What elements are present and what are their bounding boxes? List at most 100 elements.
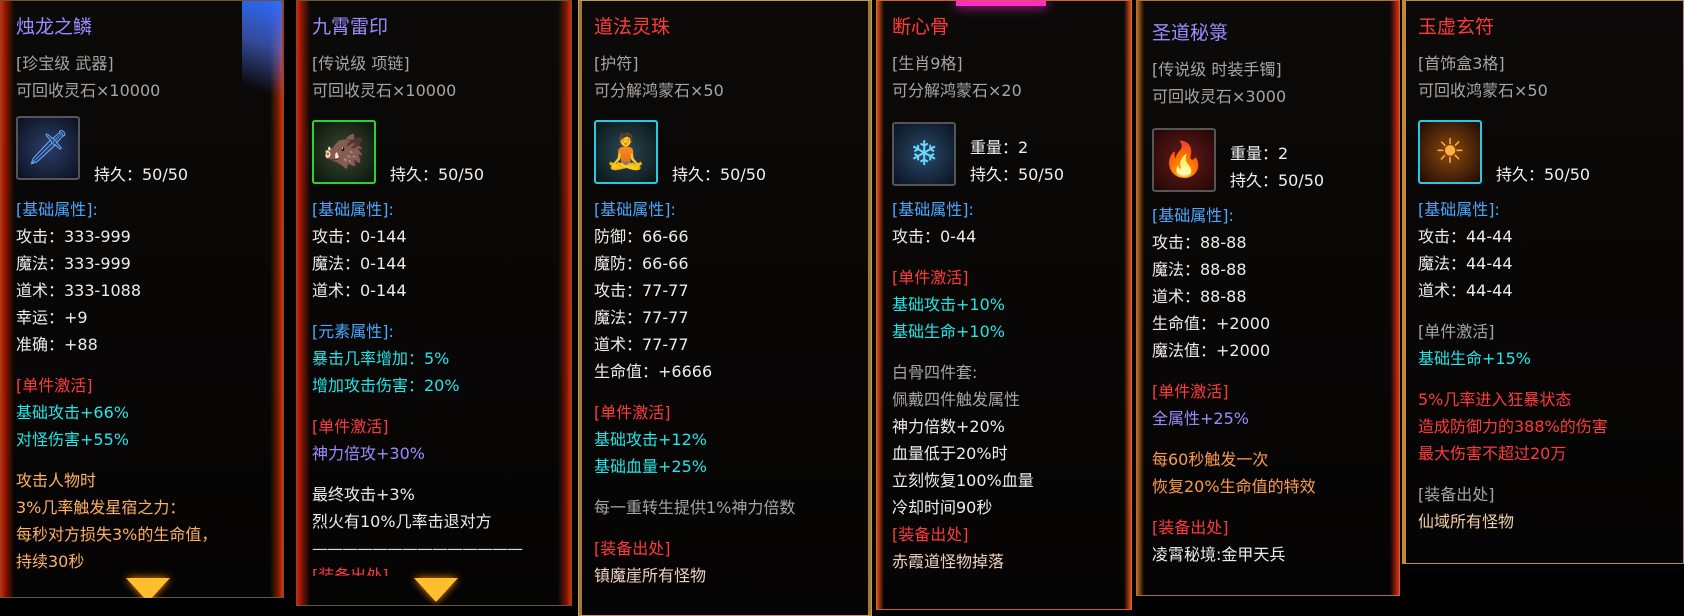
card-glow-left (1402, 0, 1406, 564)
source-header: [装备出处] (1418, 485, 1495, 504)
item-title: 圣道秘箓 (1152, 22, 1229, 44)
desc-line: 持续30秒 (16, 552, 85, 571)
effect-line: 最大伤害不超过20万 (1418, 444, 1567, 463)
item-type: [珍宝级 武器] (16, 54, 114, 73)
source-line: 凌霄秘境:金甲天兵 (1152, 545, 1286, 564)
durability: 持久：50/50 (1230, 171, 1325, 190)
set-line: 血量低于20%时 (892, 444, 1008, 463)
set-header: 白骨四件套: (892, 363, 978, 382)
single-activate-header: [单件激活] (16, 376, 93, 395)
effect-line: 恢复20%生命值的特效 (1152, 477, 1316, 496)
durability: 持久：50/50 (390, 165, 485, 184)
scroll-down-arrow-icon[interactable] (414, 578, 458, 602)
card-glow-left (578, 0, 582, 616)
durability: 持久：50/50 (1496, 165, 1591, 184)
bonus-line: 基础生命+10% (892, 322, 1005, 341)
attr-line: 攻击：0-144 (312, 227, 407, 246)
item-title: 烛龙之鳞 (16, 16, 93, 38)
attr-line: 攻击：0-44 (892, 227, 977, 246)
magenta-top-glow (956, 0, 1046, 6)
source-line: 赤霞道怪物掉落 (892, 552, 1005, 571)
attr-line: 魔法：77-77 (594, 308, 689, 327)
desc-line: 最终攻击+3% (312, 485, 415, 504)
item-card-jiuxiao: 九霄雷印 [传说级 项链] 可回收灵石×10000 🐗 持久：50/50 [基础… (296, 0, 572, 606)
attr-line: 道术：88-88 (1152, 287, 1247, 306)
item-card-zhulong: 烛龙之鳞 [珍宝级 武器] 可回收灵石×10000 🗡 持久：50/50 [基础… (0, 0, 284, 598)
bonus-line: 基础生命+15% (1418, 349, 1531, 368)
card-glow-right (1390, 0, 1400, 596)
item-recycle: 可分解鸿蒙石×50 (594, 81, 724, 100)
bonus-line: 暴击几率增加：5% (312, 349, 450, 368)
set-sub: 佩戴四件触发属性 (892, 390, 1021, 409)
bonus-line: 基础血量+25% (594, 457, 707, 476)
bonus-line: 基础攻击+10% (892, 295, 1005, 314)
item-card-duanxingu: 断心骨 [生肖9格] 可分解鸿蒙石×20 ❄ 重量：2 持久：50/50 [基础… (876, 0, 1132, 610)
desc-line: 攻击人物时 (16, 471, 97, 490)
attr-line: 道术：0-144 (312, 281, 407, 300)
element-attr-header: [元素属性]: (312, 322, 394, 341)
card-glow-right (1124, 0, 1132, 610)
item-recycle: 可回收灵石×10000 (16, 81, 161, 100)
attr-line: 准确：+88 (16, 335, 98, 354)
card-glow-left (0, 0, 14, 598)
item-recycle: 可分解鸿蒙石×20 (892, 81, 1022, 100)
basic-attr-header: [基础属性]: (594, 200, 676, 219)
item-recycle: 可回收灵石×3000 (1152, 87, 1287, 106)
card-glow-right (868, 0, 872, 616)
golden-mask-icon[interactable]: ☀ (1418, 120, 1482, 184)
attr-line: 攻击：77-77 (594, 281, 689, 300)
item-type: [护符] (594, 54, 639, 73)
source-header: [装备出处] (1152, 518, 1229, 537)
item-recycle: 可回收鸿蒙石×50 (1418, 81, 1548, 100)
item-type: [传说级 时装手镯] (1152, 60, 1282, 79)
item-card-daofa: 道法灵珠 [护符] 可分解鸿蒙石×50 🧘 持久：50/50 [基础属性]: 防… (578, 0, 872, 616)
attr-line: 魔法值：+2000 (1152, 341, 1271, 360)
basic-attr-header: [基础属性]: (1152, 206, 1234, 225)
single-activate-header: [单件激活] (1152, 382, 1229, 401)
item-type: [首饰盒3格] (1418, 54, 1505, 73)
attr-line: 生命值：+6666 (594, 362, 713, 381)
attr-line: 魔法：88-88 (1152, 260, 1247, 279)
bonus-line: 基础攻击+66% (16, 403, 129, 422)
card-glow-left (1136, 0, 1144, 596)
bonus-line: 增加攻击伤害：20% (312, 376, 460, 395)
desc-line: 每秒对方损失3%的生命值， (16, 525, 218, 544)
item-type: [生肖9格] (892, 54, 963, 73)
source-line: 镇魔崖所有怪物 (594, 566, 707, 585)
attr-line: 魔法：44-44 (1418, 254, 1513, 273)
item-type: [传说级 项链] (312, 54, 410, 73)
item-title: 玉虚玄符 (1418, 16, 1495, 38)
attr-line: 道术：44-44 (1418, 281, 1513, 300)
blue-crystal-sword-icon[interactable]: 🗡 (16, 116, 80, 180)
attr-line: 防御：66-66 (594, 227, 689, 246)
item-recycle: 可回收灵石×10000 (312, 81, 457, 100)
attr-line: 魔法：0-144 (312, 254, 407, 273)
basic-attr-header: [基础属性]: (16, 200, 98, 219)
bonus-line: 对怪伤害+55% (16, 430, 129, 449)
desc-line: 3%几率触发星宿之力： (16, 498, 186, 517)
bonus-line: 全属性+25% (1152, 409, 1249, 428)
single-activate-header: [单件激活] (312, 417, 389, 436)
weight: 重量：2 (1230, 144, 1289, 163)
red-bracer-icon[interactable]: 🔥 (1152, 128, 1216, 192)
card-glow-left (876, 0, 884, 610)
effect-line: 5%几率进入狂暴状态 (1418, 390, 1572, 409)
basic-attr-header: [基础属性]: (1418, 200, 1500, 219)
attr-line: 攻击：88-88 (1152, 233, 1247, 252)
single-activate-header: [单件激活] (892, 268, 969, 287)
set-line: 立刻恢复100%血量 (892, 471, 1034, 490)
scroll-down-arrow-icon[interactable] (126, 578, 170, 598)
attr-line: 道术：333-1088 (16, 281, 142, 300)
source-header-partial: [装备出处] (312, 566, 389, 576)
attr-line: 道术：77-77 (594, 335, 689, 354)
spirit-orb-icon[interactable]: 🧘 (594, 120, 658, 184)
desc-line: 烈火有10%几率击退对方 (312, 512, 492, 531)
beast-seal-icon[interactable]: 🐗 (312, 120, 376, 184)
single-activate-header: [单件激活] (594, 403, 671, 422)
set-line: 神力倍数+20% (892, 417, 1005, 436)
attr-line: 魔法：333-999 (16, 254, 131, 273)
effect-line: 造成防御力的388%的伤害 (1418, 417, 1608, 436)
source-line: 仙域所有怪物 (1418, 512, 1515, 531)
source-header: [装备出处] (892, 525, 969, 544)
ice-bone-icon[interactable]: ❄ (892, 122, 956, 186)
